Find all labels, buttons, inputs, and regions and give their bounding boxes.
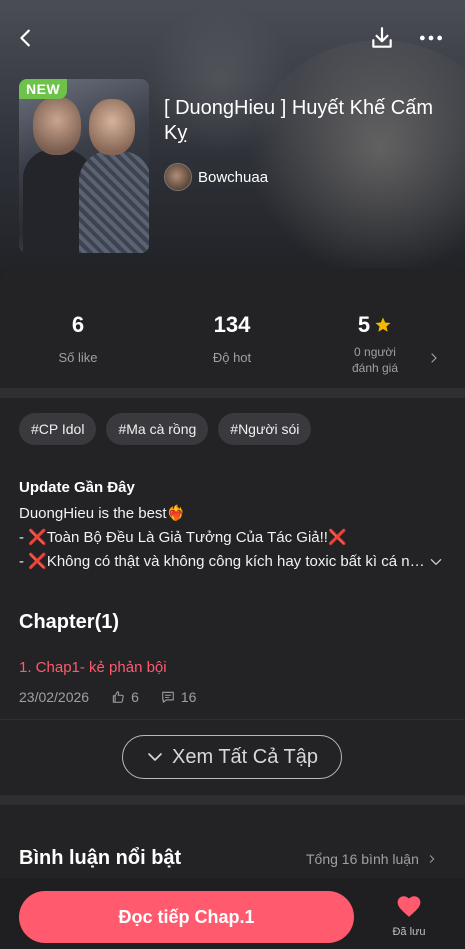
chevron-down-icon[interactable] [428,555,444,569]
tag-chip[interactable]: #Ma cà rồng [106,413,209,445]
thumb-up-icon [112,691,124,703]
hot-label: Độ hot [212,350,252,365]
download-button[interactable] [364,20,400,56]
back-button[interactable] [8,20,44,56]
chapter-comments: 16 [180,689,197,705]
comments-total-link[interactable]: Tổng 16 bình luận [306,851,437,867]
top-bar [0,14,465,62]
saved-label: Đã lưu [392,926,426,938]
update-line: - ❌Không có thật và không công kích hay … [19,553,431,570]
tag-chip[interactable]: #Người sói [218,413,312,445]
comment-icon [162,691,174,703]
update-title: Update Gần Đây [19,479,135,496]
chevron-right-icon [429,855,435,863]
chapter-title-link[interactable]: 1. Chap1- kẻ phản bội [19,659,167,676]
saved-toggle[interactable]: Đã lưu [384,894,434,938]
rating-label: 0 người đánh giá [351,345,399,375]
new-badge: NEW [19,79,68,99]
avatar [164,163,192,191]
featured-comments-heading: Bình luận nổi bật [19,847,182,869]
stats-row: 6 Số like 134 Độ hot 5 0 người đánh giá [0,300,465,380]
update-line: - ❌Toàn Bộ Đều Là Giả Tưởng Của Tác Giả!… [19,529,347,546]
author-link[interactable]: Bowchuaa [164,163,268,191]
chevron-down-icon [148,753,162,761]
recent-update: Update Gần Đây DuongHieu is the best❤️‍🔥… [19,479,449,574]
see-all-label: Xem Tất Cả Tập [172,745,318,768]
update-line: DuongHieu is the best❤️‍🔥 [19,505,186,522]
row-divider [0,719,465,720]
author-name: Bowchuaa [198,168,269,186]
chapter-date: 23/02/2026 [19,689,90,705]
tag-chip[interactable]: #CP Idol [19,413,97,445]
stat-hot: 134 Độ hot [192,312,272,366]
star-icon [375,317,391,332]
section-divider [0,388,465,398]
see-all-chapters-button[interactable]: Xem Tất Cả Tập [122,735,342,779]
continue-reading-button[interactable]: Đọc tiếp Chap.1 [19,891,354,943]
section-divider [0,795,465,805]
chapter-likes: 6 [131,689,139,705]
more-icon [419,35,443,41]
likes-label: Số like [58,350,98,365]
hot-count: 134 [213,312,251,337]
back-icon [20,29,30,47]
comments-total: Tổng 16 bình luận [306,851,419,867]
chapter-heading: Chapter(1) [19,611,120,633]
heart-icon [397,896,421,917]
more-options-button[interactable] [413,20,449,56]
story-cover[interactable] [19,79,149,253]
tag-list: #CP Idol #Ma cà rồng #Người sói [19,413,312,445]
download-icon [372,27,392,48]
stat-rating[interactable]: 5 0 người đánh giá [340,312,410,376]
rating-value: 5 [357,312,371,337]
chapter-meta: 23/02/2026 6 16 [19,689,196,705]
chevron-right-icon[interactable] [428,351,440,365]
stat-likes: 6 Số like [38,312,118,366]
likes-count: 6 [71,312,85,337]
story-title: [ DuongHieu ] Huyết Khế Cấm Kỵ [164,97,434,144]
